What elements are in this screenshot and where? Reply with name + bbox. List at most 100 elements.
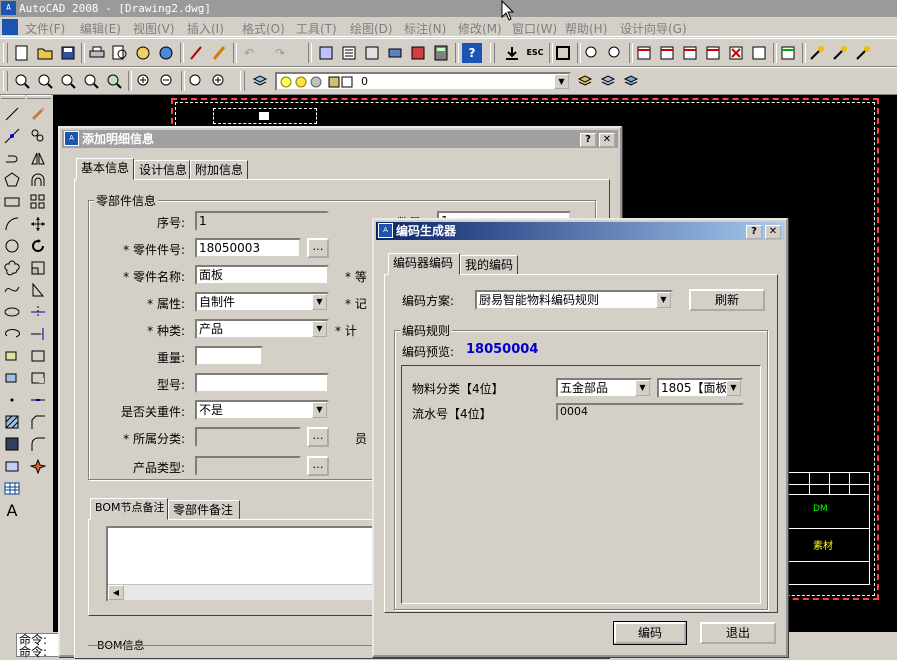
menu-file[interactable]: 文件(F) — [25, 20, 65, 37]
print-icon[interactable] — [87, 43, 107, 63]
gradient-icon[interactable] — [1, 434, 23, 454]
zoom-find2-icon[interactable] — [605, 43, 625, 63]
model-field[interactable] — [195, 373, 329, 393]
undo-icon[interactable]: ↶ — [239, 43, 259, 63]
offset-icon[interactable] — [27, 170, 49, 190]
zoom-in-icon[interactable] — [134, 71, 154, 91]
seq-field[interactable]: 1 — [195, 211, 329, 231]
menu-design-wizard[interactable]: 设计向导(G) — [620, 20, 687, 37]
weight-field[interactable] — [195, 346, 263, 366]
zoom-realtime-icon[interactable] — [12, 71, 32, 91]
mirror-icon[interactable] — [27, 148, 49, 168]
explode-icon[interactable] — [27, 456, 49, 476]
wizard3-icon[interactable] — [853, 43, 873, 63]
table-red-icon[interactable] — [634, 43, 654, 63]
menu-help[interactable]: 帮助(H) — [565, 20, 607, 37]
menu-edit[interactable]: 编辑(E) — [80, 20, 121, 37]
properties-icon[interactable] — [339, 43, 359, 63]
circle-icon[interactable] — [1, 236, 23, 256]
fillet-icon[interactable] — [27, 434, 49, 454]
wizard-icon[interactable] — [807, 43, 827, 63]
menu-insert[interactable]: 插入(I) — [187, 20, 224, 37]
print-preview-icon[interactable] — [110, 43, 130, 63]
zoom-extents-icon[interactable] — [81, 71, 101, 91]
table-icon[interactable] — [1, 478, 23, 498]
tab-extra-info[interactable]: 附加信息 — [190, 160, 248, 180]
pan-realtime-icon[interactable] — [316, 43, 336, 63]
product-type-field[interactable] — [195, 456, 301, 476]
close-button[interactable]: ✕ — [599, 133, 615, 147]
encode-button[interactable]: 编码 — [613, 621, 687, 645]
menu-draw[interactable]: 绘图(D) — [350, 20, 393, 37]
help-icon[interactable]: ? — [462, 43, 482, 63]
chamfer-icon[interactable] — [27, 412, 49, 432]
rectangle-icon[interactable] — [1, 192, 23, 212]
scroll-left-icon[interactable]: ◀ — [108, 585, 124, 600]
design-center-icon[interactable] — [362, 43, 382, 63]
rotate-icon[interactable] — [27, 236, 49, 256]
esc-icon[interactable]: ESC — [525, 43, 545, 63]
sheet-set-icon[interactable] — [408, 43, 428, 63]
region-icon[interactable] — [1, 456, 23, 476]
help-button[interactable]: ? — [746, 225, 762, 239]
new-file-icon[interactable] — [12, 43, 32, 63]
key-part-select[interactable]: 不是 ▼ — [195, 400, 329, 420]
cut-icon[interactable] — [186, 43, 206, 63]
part-no-browse-button[interactable]: … — [307, 238, 329, 258]
help-button[interactable]: ? — [580, 133, 596, 147]
layer-dropdown-arrow-icon[interactable]: ▼ — [554, 74, 569, 89]
trim-icon[interactable] — [27, 302, 49, 322]
move-icon[interactable] — [27, 214, 49, 234]
material-category-select[interactable]: 五金部品 ▼ — [556, 378, 652, 398]
toolbar-grip[interactable] — [3, 43, 8, 63]
redo-icon[interactable]: ↷ — [270, 43, 290, 63]
save-icon[interactable] — [58, 43, 78, 63]
kind-select[interactable]: 产品 ▼ — [195, 319, 329, 339]
scheme-select[interactable]: 厨易智能物料编码规则 ▼ — [475, 290, 673, 310]
break-icon[interactable] — [27, 368, 49, 388]
command-line[interactable]: 命令: 命令: — [16, 633, 60, 658]
menu-view[interactable]: 视图(V) — [133, 20, 175, 37]
layer-states-icon[interactable] — [621, 71, 641, 91]
layer-properties-icon[interactable] — [250, 71, 270, 91]
part-name-field[interactable]: 面板 — [195, 265, 329, 285]
array-icon[interactable] — [27, 192, 49, 212]
table-red3-icon[interactable] — [680, 43, 700, 63]
menu-modify[interactable]: 修改(M) — [458, 20, 502, 37]
multiline-text-icon[interactable]: A — [1, 500, 23, 520]
exit-button[interactable]: 退出 — [700, 622, 776, 644]
zoom-all-icon[interactable] — [104, 71, 124, 91]
etransmit-icon[interactable] — [156, 43, 176, 63]
spline-icon[interactable] — [1, 280, 23, 300]
layer-previous-icon[interactable] — [598, 71, 618, 91]
tab-design-info[interactable]: 设计信息 — [134, 160, 190, 180]
arc-icon[interactable] — [1, 214, 23, 234]
stretch-icon[interactable] — [27, 280, 49, 300]
calculator-icon[interactable] — [431, 43, 451, 63]
point-icon[interactable] — [1, 390, 23, 410]
layer-dropdown[interactable]: 0 ▼ — [275, 72, 571, 91]
revision-cloud-icon[interactable] — [1, 258, 23, 278]
part-no-field[interactable]: 18050003 — [195, 238, 301, 258]
zoom-scale-icon[interactable] — [186, 71, 206, 91]
zoom-out-icon[interactable] — [157, 71, 177, 91]
ellipse-arc-icon[interactable] — [1, 324, 23, 344]
frame-icon[interactable] — [553, 43, 573, 63]
zoom-find-icon[interactable] — [582, 43, 602, 63]
open-folder-icon[interactable] — [35, 43, 55, 63]
category-field[interactable] — [195, 427, 301, 447]
table-red2-icon[interactable] — [657, 43, 677, 63]
download-icon[interactable] — [502, 43, 522, 63]
category-browse-button[interactable]: … — [307, 427, 329, 447]
scale-icon[interactable] — [27, 258, 49, 278]
tab-bom-node-note[interactable]: BOM节点备注 — [90, 498, 168, 520]
table-delete-icon[interactable] — [726, 43, 746, 63]
table-green-icon[interactable] — [778, 43, 798, 63]
copy-icon[interactable] — [27, 126, 49, 146]
polyline-icon[interactable] — [1, 148, 23, 168]
menu-dimension[interactable]: 标注(N) — [404, 20, 446, 37]
extend-icon[interactable] — [27, 324, 49, 344]
menu-tools[interactable]: 工具(T) — [296, 20, 337, 37]
tab-my-code[interactable]: 我的编码 — [460, 255, 518, 275]
break-at-point-icon[interactable] — [27, 346, 49, 366]
